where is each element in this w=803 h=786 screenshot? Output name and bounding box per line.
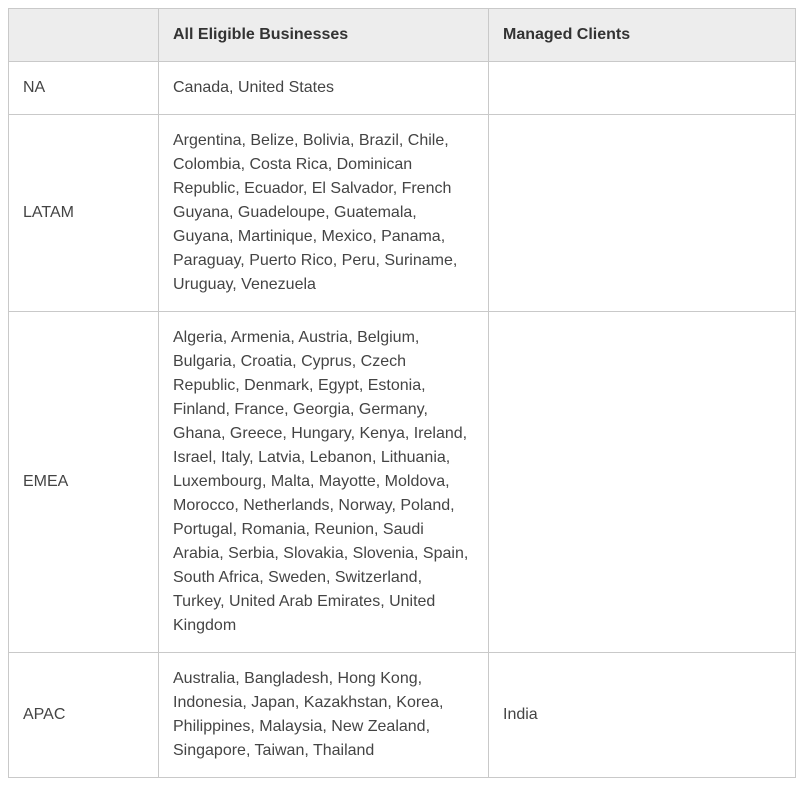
table-row: NA Canada, United States [9, 62, 796, 115]
cell-managed-clients [489, 115, 796, 312]
header-managed-clients: Managed Clients [489, 9, 796, 62]
cell-region: NA [9, 62, 159, 115]
cell-managed-clients [489, 312, 796, 653]
cell-managed-clients [489, 62, 796, 115]
cell-all-eligible: Argentina, Belize, Bolivia, Brazil, Chil… [159, 115, 489, 312]
header-region [9, 9, 159, 62]
regions-table: All Eligible Businesses Managed Clients … [8, 8, 796, 778]
cell-region: LATAM [9, 115, 159, 312]
table-row: EMEA Algeria, Armenia, Austria, Belgium,… [9, 312, 796, 653]
cell-managed-clients: India [489, 653, 796, 778]
table-header: All Eligible Businesses Managed Clients [9, 9, 796, 62]
header-row: All Eligible Businesses Managed Clients [9, 9, 796, 62]
table-row: APAC Australia, Bangladesh, Hong Kong, I… [9, 653, 796, 778]
table-row: LATAM Argentina, Belize, Bolivia, Brazil… [9, 115, 796, 312]
cell-all-eligible: Australia, Bangladesh, Hong Kong, Indone… [159, 653, 489, 778]
cell-region: APAC [9, 653, 159, 778]
cell-region: EMEA [9, 312, 159, 653]
header-all-eligible: All Eligible Businesses [159, 9, 489, 62]
table-body: NA Canada, United States LATAM Argentina… [9, 62, 796, 778]
cell-all-eligible: Algeria, Armenia, Austria, Belgium, Bulg… [159, 312, 489, 653]
cell-all-eligible: Canada, United States [159, 62, 489, 115]
